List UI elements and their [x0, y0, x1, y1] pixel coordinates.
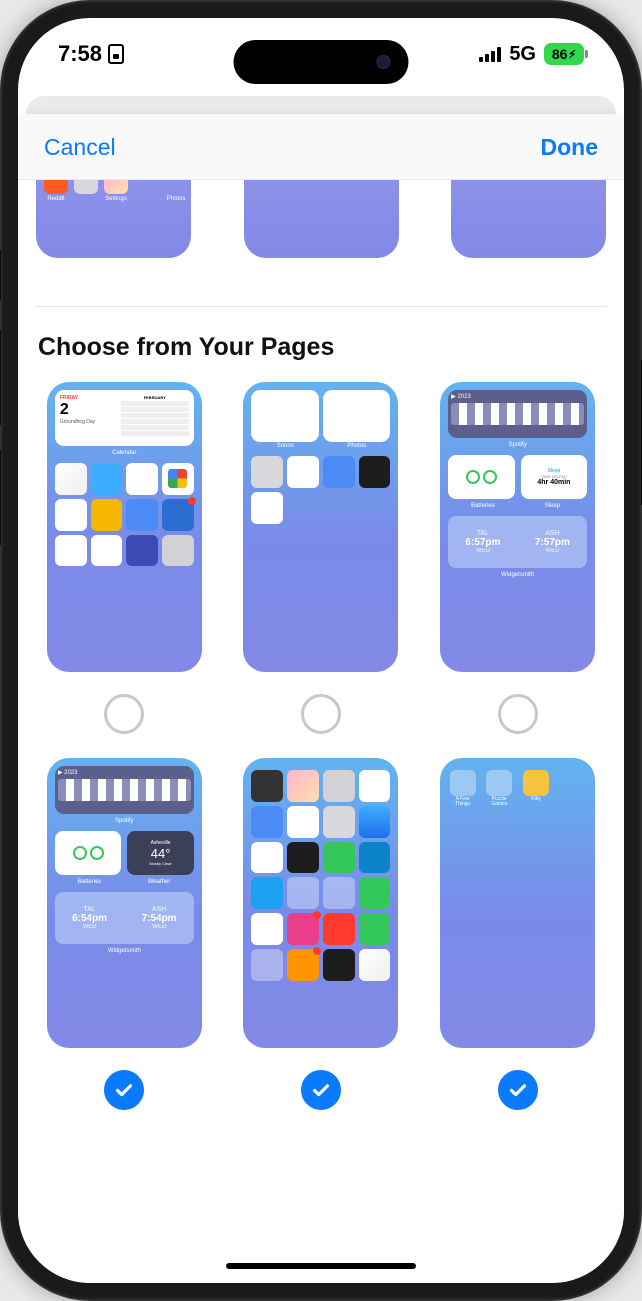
- top-template-row: Reddit Settings Photos: [36, 180, 606, 258]
- status-right: 5G 86⚡︎: [479, 43, 584, 66]
- volume-up-button: [0, 330, 1, 425]
- page-item: ▶ 2023 Spotify Asheville: [36, 758, 213, 1110]
- page-item: ▶ 2023 Spotify Sleep: [429, 382, 606, 734]
- page-thumb[interactable]: FRIDAY 2 Groundhog Day FEBRUARY Calendar: [47, 382, 202, 672]
- mute-switch: [0, 250, 1, 300]
- page-thumb[interactable]: A Few Things Puzzle Games Kitty: [440, 758, 595, 1048]
- folder-label: Puzzle Games: [485, 797, 514, 807]
- checkmark-icon: [310, 1079, 332, 1101]
- template-page-thumb[interactable]: Reddit Settings Photos: [36, 180, 191, 258]
- widget-label: Widgetsmith: [448, 572, 587, 578]
- page-selector[interactable]: [104, 1070, 144, 1110]
- template-page-thumb[interactable]: [451, 180, 606, 258]
- sheet-body[interactable]: Reddit Settings Photos Choose from Your …: [18, 180, 624, 1283]
- sheet-header: Cancel Done: [18, 114, 624, 180]
- page-selector[interactable]: [104, 694, 144, 734]
- widget-label: Batteries: [55, 879, 125, 885]
- page-item: [233, 758, 410, 1110]
- battery-indicator: 86⚡︎: [544, 43, 584, 65]
- app-label: Reddit: [44, 196, 68, 202]
- weather-desc: Mostly Clear: [149, 861, 171, 866]
- widget-label: Calendar: [55, 450, 194, 456]
- pages-grid: FRIDAY 2 Groundhog Day FEBRUARY Calendar: [36, 382, 606, 1110]
- cal-event: Groundhog Day: [60, 419, 117, 425]
- clock-time: 7:58: [58, 41, 102, 67]
- widget-label: Photos: [323, 443, 391, 449]
- picker-sheet: Cancel Done Reddit Settings Photos: [18, 114, 624, 1283]
- page-item: FRIDAY 2 Groundhog Day FEBRUARY Calendar: [36, 382, 213, 734]
- widget-label: Spotify: [55, 818, 194, 824]
- app-label: Kitty: [531, 797, 541, 802]
- widget-label: Weather: [124, 879, 194, 885]
- page-thumb[interactable]: ▶ 2023 Spotify Asheville: [47, 758, 202, 1048]
- checkmark-icon: [113, 1079, 135, 1101]
- widget-label: Sonos: [251, 443, 319, 449]
- page-item: A Few Things Puzzle Games Kitty: [429, 758, 606, 1110]
- page-selector[interactable]: [301, 694, 341, 734]
- front-camera: [377, 55, 391, 69]
- volume-down-button: [0, 450, 1, 545]
- divider: [36, 306, 606, 307]
- widget-label: Spotify: [448, 442, 587, 448]
- folder-label: A Few Things: [448, 797, 477, 807]
- weather-temp: 44°: [151, 846, 171, 861]
- widget-label: Batteries: [448, 503, 518, 509]
- page-thumb[interactable]: [243, 758, 398, 1048]
- dynamic-island: [234, 40, 409, 84]
- template-page-thumb[interactable]: [244, 180, 399, 258]
- done-button[interactable]: Done: [541, 134, 599, 161]
- section-title: Choose from Your Pages: [38, 333, 606, 362]
- charging-icon: ⚡︎: [568, 48, 576, 61]
- app-label: Settings: [104, 196, 128, 202]
- page-selector[interactable]: [498, 1070, 538, 1110]
- page-selector[interactable]: [301, 1070, 341, 1110]
- focus-icon: [108, 44, 124, 64]
- status-left: 7:58: [58, 41, 124, 67]
- screen: 7:58 5G 86⚡︎ Cancel Done Reddit: [18, 18, 624, 1283]
- checkmark-icon: [507, 1079, 529, 1101]
- page-item: Sonos Photos: [233, 382, 410, 734]
- app-label: Photos: [164, 196, 188, 202]
- sleep-val: 4hr 40min: [537, 479, 570, 486]
- page-selector[interactable]: [498, 694, 538, 734]
- widget-label: Widgetsmith: [55, 948, 194, 954]
- cancel-button[interactable]: Cancel: [44, 134, 116, 161]
- page-thumb[interactable]: ▶ 2023 Spotify Sleep: [440, 382, 595, 672]
- widget-label: Sleep: [518, 503, 588, 509]
- cellular-signal-icon: [479, 47, 501, 62]
- cal-day-num: 2: [60, 401, 117, 419]
- home-indicator[interactable]: [226, 1263, 416, 1269]
- network-type: 5G: [509, 43, 536, 66]
- page-thumb[interactable]: Sonos Photos: [243, 382, 398, 672]
- iphone-frame: 7:58 5G 86⚡︎ Cancel Done Reddit: [0, 0, 642, 1301]
